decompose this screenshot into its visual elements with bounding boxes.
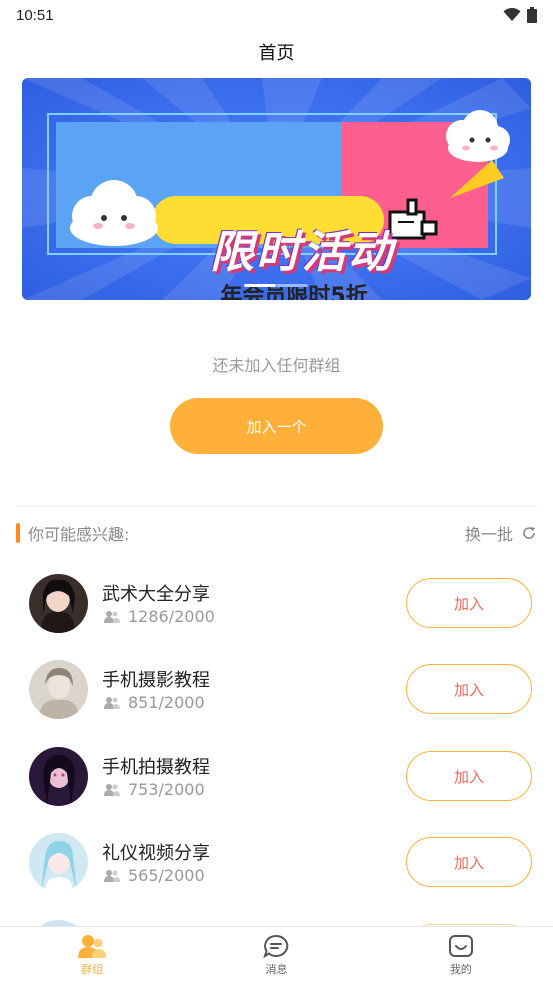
profile-icon — [448, 935, 473, 957]
member-count: 565/2000 — [128, 866, 205, 885]
status-time: 10:51 — [16, 6, 54, 24]
group-name: 手机摄影教程 — [102, 670, 210, 691]
group-name: 武术大全分享 — [102, 584, 210, 605]
member-count-row: 753/2000 — [104, 780, 205, 799]
member-count-row: 851/2000 — [104, 693, 205, 712]
member-count-row: 565/2000 — [104, 866, 205, 885]
join-one-button[interactable]: 加入一个 — [170, 398, 383, 454]
status-bar: 10:51 — [0, 0, 553, 30]
group-list-item-partial — [0, 906, 553, 926]
group-name: 礼仪视频分享 — [102, 843, 210, 864]
page-title: 首页 — [258, 43, 295, 64]
refresh-icon — [523, 527, 535, 539]
section-accent-bar — [16, 523, 20, 543]
promo-banner[interactable]: 限时活动 年会员限时5折 — [22, 78, 531, 300]
divider — [16, 506, 537, 507]
avatar — [29, 660, 88, 719]
member-count: 1286/2000 — [128, 607, 215, 626]
join-button[interactable]: 加入 — [406, 664, 532, 714]
group-name: 手机拍摄教程 — [102, 757, 210, 778]
avatar — [29, 747, 88, 806]
join-button[interactable]: 加入 — [406, 751, 532, 801]
nav-label-groups: 群组 — [81, 963, 104, 976]
group-list-item[interactable]: 手机拍摄教程 753/2000 加入 — [0, 733, 553, 819]
group-list-item[interactable]: 武术大全分享 1286/2000 加入 — [0, 560, 553, 646]
member-count: 851/2000 — [128, 693, 205, 712]
members-icon — [104, 611, 120, 623]
group-list-item[interactable]: 手机摄影教程 851/2000 加入 — [0, 646, 553, 732]
group-icon — [78, 935, 107, 958]
status-icons — [503, 7, 537, 23]
nav-item-profile[interactable]: 我的 — [369, 927, 553, 984]
nav-item-messages[interactable]: 消息 — [184, 927, 368, 984]
nav-item-groups[interactable]: 群组 — [0, 927, 184, 984]
message-icon — [263, 934, 289, 958]
indicator-dot — [276, 284, 308, 287]
avatar — [29, 833, 88, 892]
banner-title: 限时活动 — [210, 227, 394, 278]
recommend-title: 你可能感兴趣: — [28, 525, 130, 544]
members-icon — [104, 697, 120, 709]
member-count: 753/2000 — [128, 780, 205, 799]
members-icon — [104, 870, 120, 882]
indicator-dot-active — [244, 284, 276, 287]
empty-state-message: 还未加入任何群组 — [212, 356, 341, 375]
refresh-label: 换一批 — [464, 525, 513, 544]
refresh-button[interactable]: 换一批 — [465, 521, 537, 545]
recommend-header: 你可能感兴趣: 换一批 — [16, 520, 537, 546]
battery-icon — [527, 7, 537, 23]
nav-label-messages: 消息 — [265, 963, 288, 976]
nav-label-profile: 我的 — [449, 963, 472, 976]
recommend-title-group: 你可能感兴趣: — [16, 521, 129, 545]
banner-indicator — [244, 284, 308, 287]
bottom-nav: 群组 消息 我的 — [0, 926, 553, 984]
members-icon — [104, 784, 120, 796]
avatar — [29, 574, 88, 633]
member-count-row: 1286/2000 — [104, 607, 215, 626]
wifi-icon — [503, 8, 521, 21]
join-button[interactable]: 加入 — [406, 578, 532, 628]
header: 首页 — [0, 30, 553, 74]
join-button[interactable]: 加入 — [406, 837, 532, 887]
banner-subtitle: 年会员限时5折 — [220, 284, 368, 300]
group-list-item[interactable]: 礼仪视频分享 565/2000 加入 — [0, 819, 553, 905]
